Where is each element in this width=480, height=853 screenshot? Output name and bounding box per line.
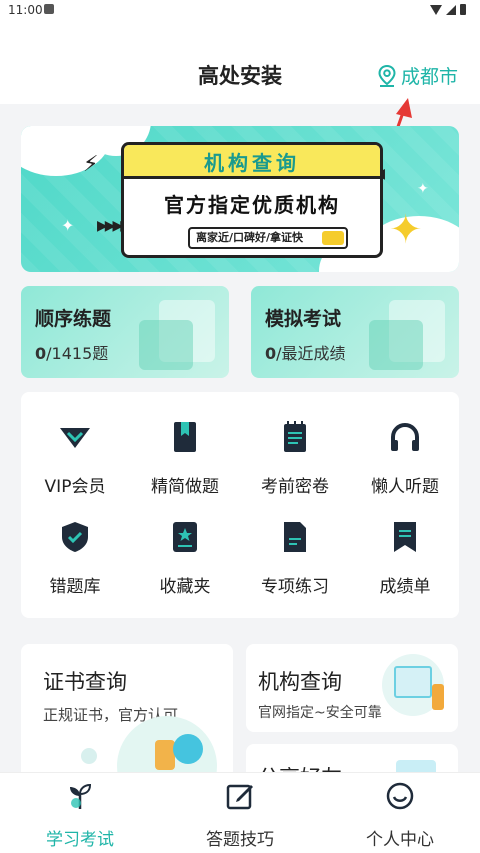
smile-icon bbox=[386, 782, 414, 810]
location-pin-icon bbox=[378, 64, 396, 87]
location-selector[interactable]: 成都市 bbox=[377, 62, 458, 89]
battery-icon bbox=[460, 4, 466, 15]
sequential-practice-card[interactable]: 顺序练题 0/1415题 bbox=[21, 286, 229, 378]
grid-item-simplified[interactable]: 精简做题 bbox=[133, 420, 237, 497]
play-icon bbox=[322, 231, 344, 245]
signal-icon bbox=[446, 4, 456, 15]
bottom-tab-bar: 学习考试 答题技巧 个人中心 bbox=[0, 772, 480, 853]
grid-item-wrong[interactable]: 错题库 bbox=[23, 520, 127, 597]
status-icons bbox=[430, 4, 466, 15]
edit-icon bbox=[226, 784, 253, 810]
sparkle-icon: ✦ bbox=[417, 181, 429, 197]
grid-item-vip[interactable]: VIP会员 bbox=[23, 420, 127, 497]
promo-banner[interactable]: ⚡ ▶▶▶▶ ◀◀◀◀ ✦ ✦ ✦ 机构查询 官方指定优质机构 离家近/口碑好/… bbox=[21, 126, 459, 272]
card-title: 模拟考试 bbox=[265, 308, 342, 330]
app-header: 高处安装 成都市 bbox=[0, 24, 480, 104]
banner-subtitle: 官方指定优质机构 bbox=[164, 193, 340, 217]
sprout-icon bbox=[70, 783, 92, 809]
tab-study[interactable]: 学习考试 bbox=[20, 781, 140, 850]
grid-item-audio[interactable]: 懒人听题 bbox=[353, 420, 457, 497]
card-title: 机构查询 bbox=[258, 670, 342, 694]
ribbon-icon bbox=[394, 522, 416, 552]
institution-query-card[interactable]: 机构查询 官网指定~安全可靠 bbox=[246, 644, 458, 732]
grid-item-topic-practice[interactable]: 专项练习 bbox=[243, 520, 347, 597]
document-illustration bbox=[139, 320, 193, 370]
card-progress: 0/1415题 bbox=[35, 344, 109, 363]
status-bar: 11:00 bbox=[0, 0, 480, 24]
mock-exam-card[interactable]: 模拟考试 0/最近成绩 bbox=[251, 286, 459, 378]
grid-item-secret-paper[interactable]: 考前密卷 bbox=[243, 420, 347, 497]
notepad-icon bbox=[284, 421, 306, 452]
banner-tagline: 离家近/口碑好/拿证快 bbox=[188, 227, 348, 249]
card-subtitle: 官网指定~安全可靠 bbox=[258, 705, 382, 721]
card-title: 顺序练题 bbox=[35, 308, 112, 330]
grid-item-scores[interactable]: 成绩单 bbox=[353, 520, 457, 597]
star-icon: ✦ bbox=[389, 207, 423, 253]
tab-tips[interactable]: 答题技巧 bbox=[180, 781, 300, 850]
certificate-query-card[interactable]: 证书查询 正规证书，官方认可 bbox=[21, 644, 233, 784]
document-icon bbox=[284, 522, 306, 552]
card-title: 证书查询 bbox=[43, 670, 127, 694]
vip-diamond-icon bbox=[60, 428, 90, 448]
bookmark-book-icon bbox=[174, 422, 196, 452]
grid-item-favorites[interactable]: 收藏夹 bbox=[133, 520, 237, 597]
notification-icon bbox=[44, 4, 54, 14]
tab-profile[interactable]: 个人中心 bbox=[340, 781, 460, 850]
lightning-icon: ⚡ bbox=[83, 152, 99, 177]
status-time: 11:00 bbox=[8, 3, 43, 17]
headphones-icon bbox=[391, 423, 419, 451]
sparkle-icon: ✦ bbox=[61, 216, 75, 235]
location-label: 成都市 bbox=[400, 66, 458, 88]
banner-card: 机构查询 官方指定优质机构 离家近/口碑好/拿证快 bbox=[121, 142, 383, 258]
card-progress: 0/最近成绩 bbox=[265, 344, 346, 363]
wifi-icon bbox=[430, 4, 442, 15]
banner-title: 机构查询 bbox=[204, 151, 300, 175]
shield-check-icon bbox=[62, 522, 88, 552]
feature-grid: VIP会员 精简做题 考前密卷 懒人听题 错题库 收藏夹 专项练习 成绩单 bbox=[21, 392, 459, 618]
document-illustration bbox=[369, 320, 423, 370]
star-folder-icon bbox=[173, 522, 197, 552]
